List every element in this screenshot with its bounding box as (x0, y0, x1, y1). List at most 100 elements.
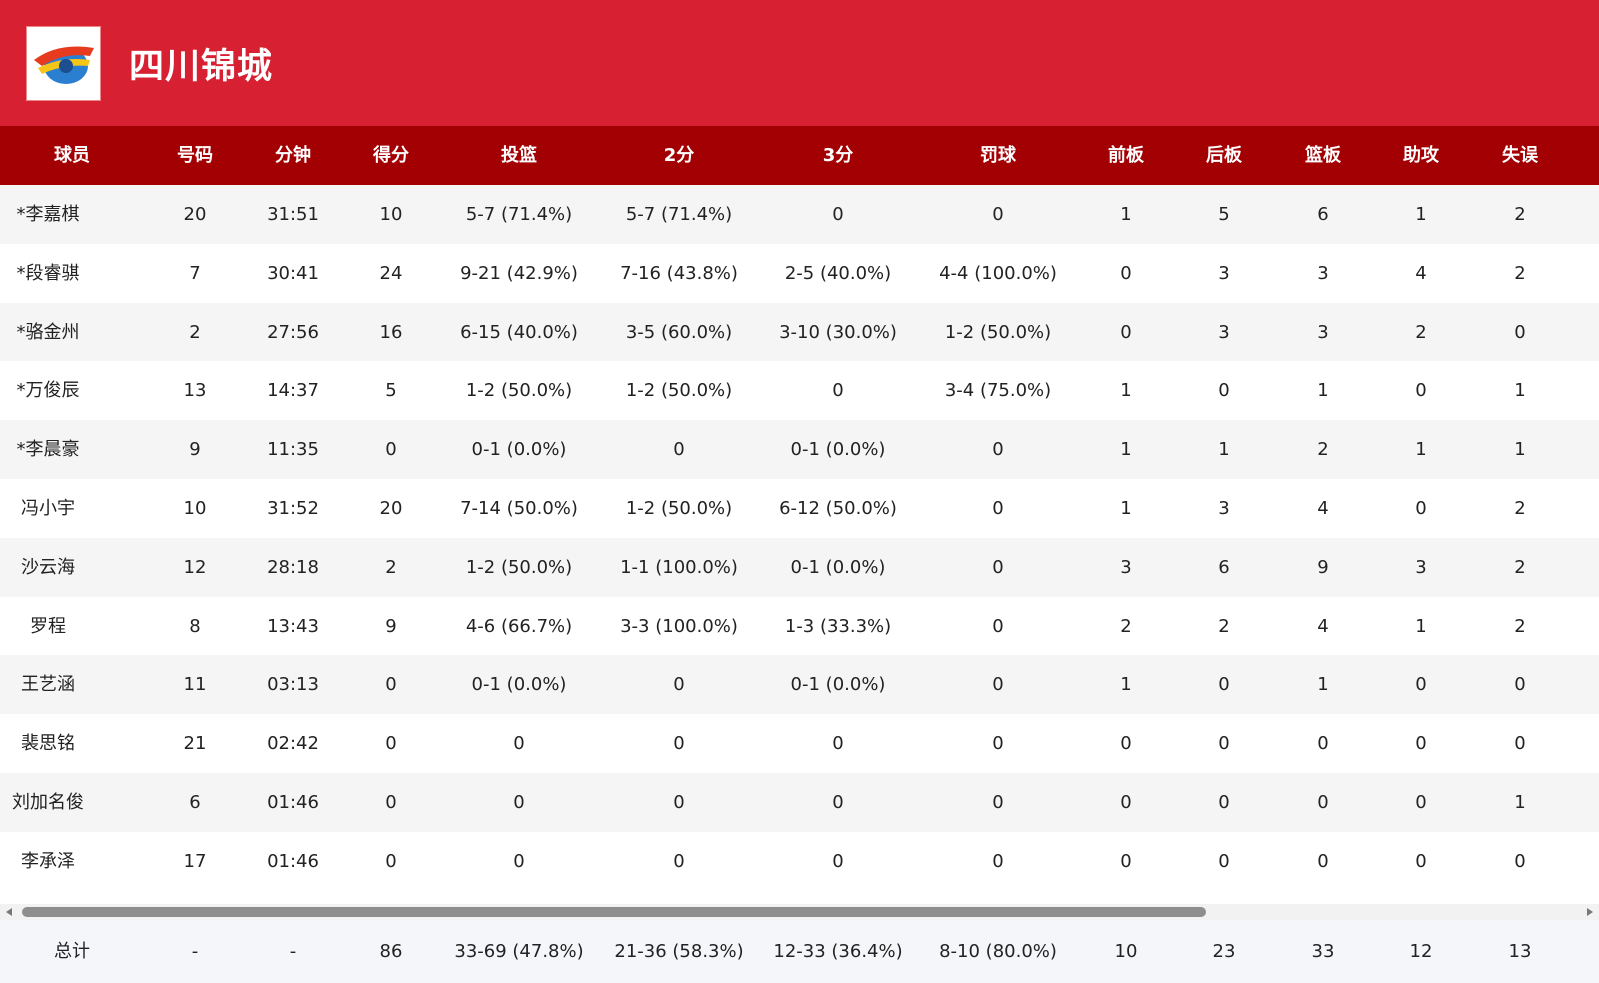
stat-cell: 0 (1514, 733, 1526, 755)
stat-cell: 0 (673, 674, 685, 696)
player-name[interactable]: 罗程 (30, 597, 66, 657)
stat-cell: 1-2 (50.0%) (625, 380, 733, 402)
stat-cell: 6 (189, 792, 201, 813)
stat-cell: 0-1 (0.0%) (790, 439, 886, 461)
player-name[interactable]: 裴思铭 (21, 714, 75, 774)
scroll-right-icon[interactable] (1587, 908, 1593, 916)
stat-cell: 0-1 (0.0%) (471, 439, 567, 461)
stat-cell: 0 (1218, 674, 1230, 696)
stat-cell: 1 (1120, 498, 1132, 519)
stat-cell: 14:37 (267, 380, 319, 402)
stat-cell: 8 (189, 615, 201, 637)
stat-cell: 0 (1120, 262, 1132, 284)
stat-cell: 12 (183, 556, 207, 578)
player-name[interactable]: 李承泽 (21, 832, 75, 892)
stat-cell: 0 (1120, 321, 1132, 343)
scroll-left-icon[interactable] (6, 908, 12, 916)
stat-cell: 2 (1514, 498, 1526, 519)
stat-cell: 0 (1317, 850, 1329, 872)
stat-cell: 0 (385, 439, 397, 461)
stat-cell: 2 (1218, 615, 1230, 637)
row-background-left (0, 596, 148, 657)
stat-cell: 3-3 (100.0%) (620, 615, 738, 637)
table-row: *李晨豪 9 11:35 0 0-1 (0.0%) 0 0-1 (0.0%) 0 1 1 2 1 1 (0, 420, 1599, 481)
player-name[interactable]: *李嘉棋 (17, 185, 80, 245)
stat-cell: 4 (1317, 498, 1329, 519)
player-name[interactable]: *万俊辰 (17, 361, 80, 421)
totals-cell: 12 (1409, 941, 1433, 962)
scrollbar-thumb[interactable] (22, 907, 1206, 917)
totals-cell: 33-69 (47.8%) (454, 941, 584, 962)
stat-cell: 0 (992, 792, 1004, 813)
stat-cell: 1 (1218, 439, 1230, 461)
player-name[interactable]: 王艺涵 (21, 655, 75, 715)
column-header: 投篮 (501, 145, 537, 166)
stat-cell: 9 (189, 439, 201, 461)
stat-cell: 01:46 (267, 792, 319, 813)
stat-cell: 3-5 (60.0%) (625, 321, 733, 343)
player-name[interactable]: *李晨豪 (17, 420, 80, 480)
stat-cell: 3 (1218, 262, 1230, 284)
row-background (0, 361, 1599, 422)
stat-cell: 6 (1317, 204, 1329, 225)
stat-cell: 0 (673, 792, 685, 813)
stat-cell: 0 (992, 733, 1004, 755)
stat-cell: 1 (1415, 204, 1427, 225)
row-background-right (148, 773, 1599, 833)
stat-cell: 2 (385, 556, 397, 578)
player-name[interactable]: *骆金州 (17, 303, 80, 363)
stat-cell: 1 (1120, 380, 1132, 402)
stat-cell: 0 (1317, 733, 1329, 755)
totals-cell: 21-36 (58.3%) (614, 941, 744, 962)
table-row: *骆金州 2 27:56 16 6-15 (40.0%) 3-5 (60.0%) 3-10 … (0, 302, 1599, 363)
row-background (0, 714, 1599, 775)
stat-cell: 9-21 (42.9%) (460, 262, 578, 284)
player-name[interactable]: 沙云海 (21, 538, 75, 598)
stat-cell: 1 (1120, 439, 1132, 461)
table-row: 罗程 8 13:43 9 4-6 (66.7%) 3-3 (100.0%) 1-3 (33.… (0, 596, 1599, 657)
totals-row: 总计 - - 86 33-69 (47.8%) 21-36 (58.3%) 12-33 (3… (0, 920, 1599, 983)
column-header: 分钟 (275, 145, 311, 166)
column-header: 3分 (822, 145, 854, 166)
team-name: 四川锦城 (129, 46, 274, 87)
stat-cell: 2 (189, 321, 201, 343)
stat-cell: 17 (183, 850, 207, 872)
player-name[interactable]: *段睿骐 (17, 244, 80, 304)
stat-cell: 0 (673, 850, 685, 872)
table-row: 刘加名俊 6 01:46 0 0 0 0 0 0 0 0 0 1 (0, 773, 1599, 833)
stat-cell: 9 (1317, 556, 1329, 578)
totals-cell: 12-33 (36.4%) (773, 941, 903, 962)
stat-cell: 28:18 (267, 556, 319, 578)
stat-cell: 13 (183, 380, 207, 402)
stat-cell: 1 (1120, 204, 1132, 225)
stat-cell: 0 (1514, 674, 1526, 696)
stat-cell: 0 (1415, 674, 1427, 696)
stat-cell: 0 (385, 674, 397, 696)
totals-cell: - (289, 941, 297, 962)
stat-cell: 1 (1514, 380, 1526, 402)
stat-cell: 7-16 (43.8%) (620, 262, 738, 284)
stat-cell: 1 (1415, 615, 1427, 637)
totals-cell: 8-10 (80.0%) (939, 941, 1057, 962)
stat-cell: 6-12 (50.0%) (779, 498, 897, 519)
column-header: 球员 (54, 145, 90, 166)
stat-cell: 0 (1218, 733, 1230, 755)
team-header: 四川锦城 (0, 0, 1599, 126)
stat-cell: 0 (992, 498, 1004, 519)
stat-cell: 0 (1317, 792, 1329, 813)
stat-cell: 3-10 (30.0%) (779, 321, 897, 343)
stat-cell: 6 (1218, 556, 1230, 578)
stat-cell: 0 (992, 615, 1004, 637)
stat-cell: 1-2 (50.0%) (625, 498, 733, 519)
table-row: 王艺涵 11 03:13 0 0-1 (0.0%) 0 0-1 (0.0%) 0 1 0 1 0 0 (0, 655, 1599, 716)
stat-cell: 3 (1120, 556, 1132, 578)
stat-cell: 1-2 (50.0%) (465, 556, 573, 578)
stat-cell: 16 (379, 321, 403, 343)
stat-cell: 2 (1514, 615, 1526, 637)
player-name[interactable]: 刘加名俊 (12, 773, 84, 833)
player-name[interactable]: 冯小宇 (21, 479, 75, 539)
stat-cell: 0 (832, 204, 844, 225)
stat-cell: 2 (1120, 615, 1132, 637)
row-background (0, 185, 1599, 245)
horizontal-scrollbar[interactable] (0, 904, 1599, 920)
